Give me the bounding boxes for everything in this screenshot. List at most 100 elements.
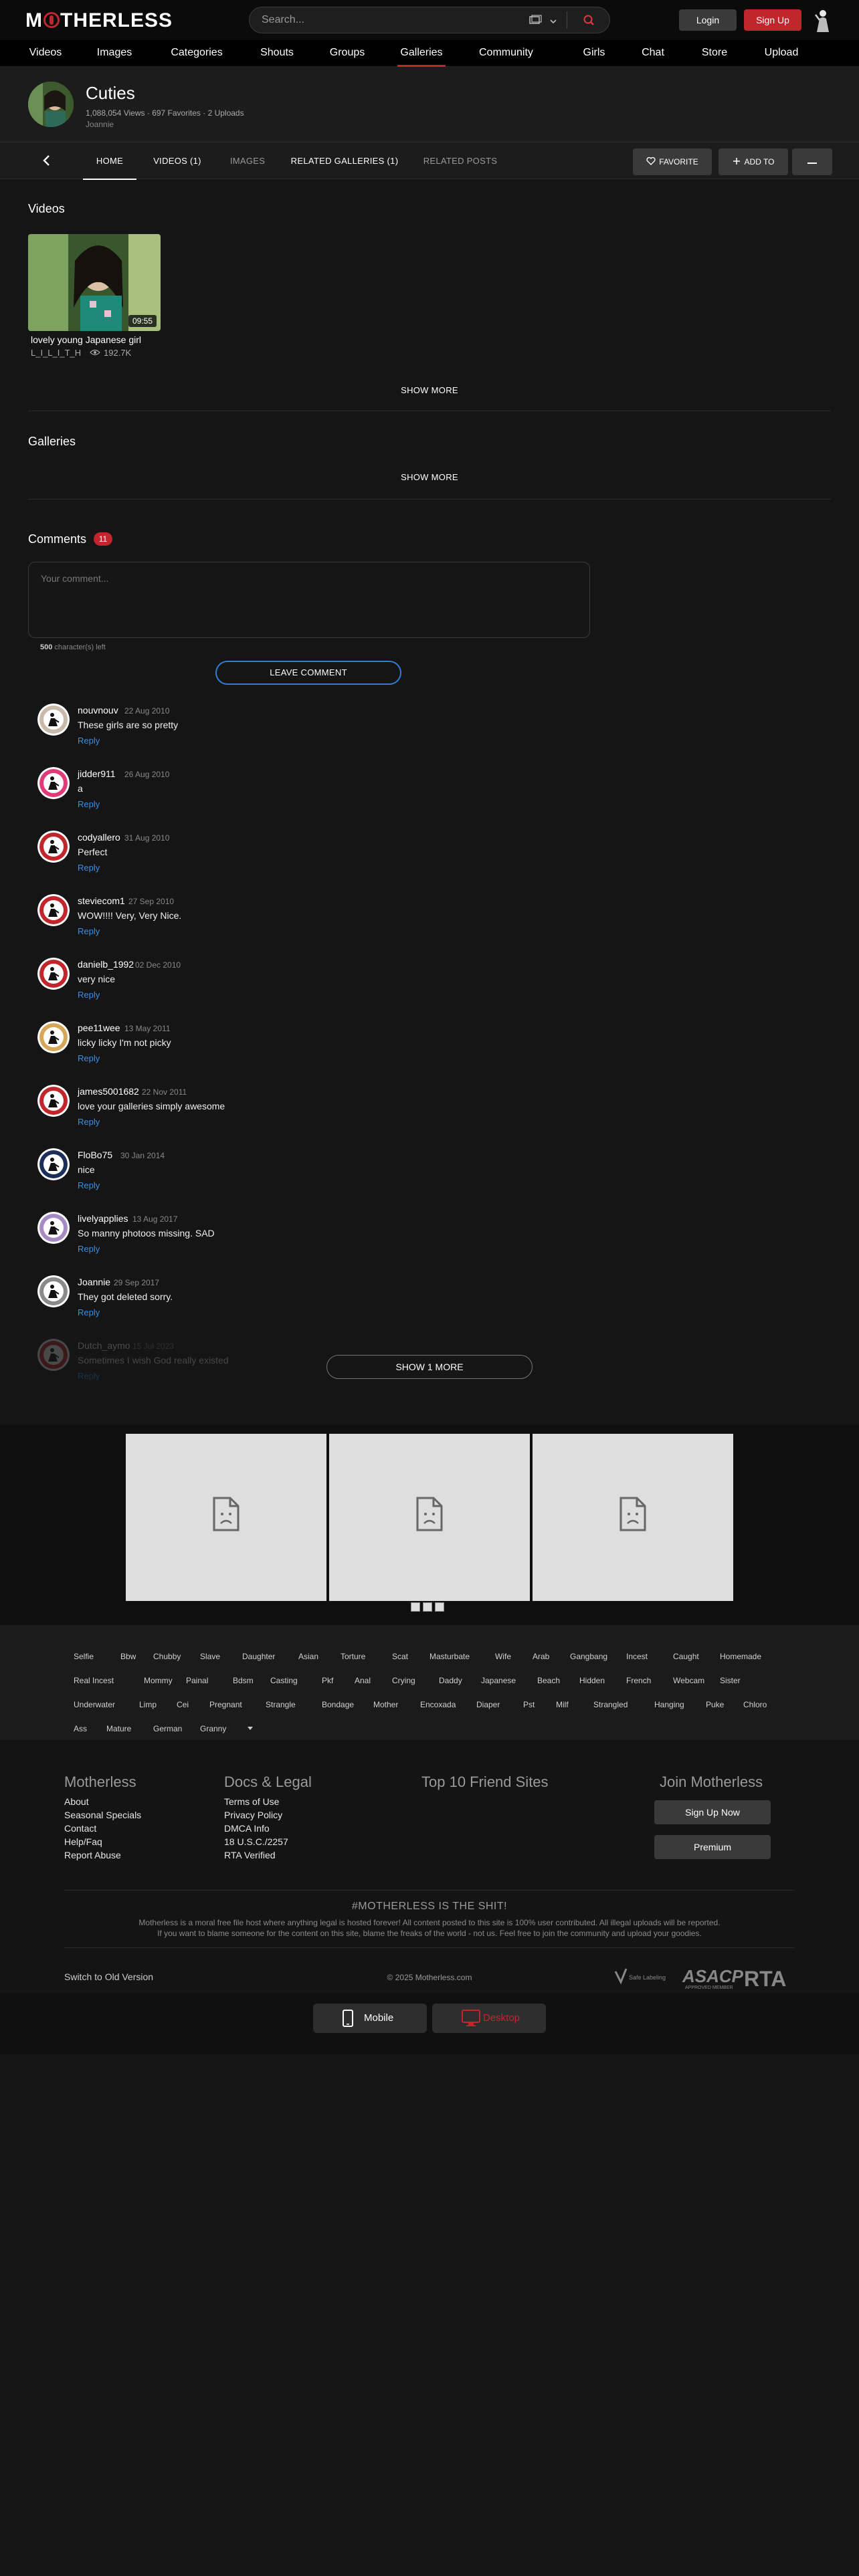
search-button[interactable] <box>575 11 604 29</box>
tag-link[interactable]: German <box>153 1721 182 1736</box>
tag-link[interactable]: Pst <box>523 1697 535 1712</box>
tag-link[interactable]: Anal <box>355 1673 371 1688</box>
tag-link[interactable]: Sister <box>720 1673 741 1688</box>
commenter-username[interactable]: Dutch_aymo <box>78 1340 130 1351</box>
footer-link[interactable]: About <box>64 1796 89 1807</box>
footer-link[interactable]: RTA Verified <box>224 1850 276 1860</box>
tag-link[interactable]: Mother <box>373 1697 398 1712</box>
add-to-button[interactable]: ADD TO <box>719 148 788 175</box>
footer-link[interactable]: Seasonal Specials <box>64 1810 141 1820</box>
footer-link[interactable]: Report Abuse <box>64 1850 121 1860</box>
commenter-avatar[interactable] <box>37 1085 70 1117</box>
videos-show-more[interactable]: SHOW MORE <box>363 385 496 395</box>
tag-link[interactable]: Beach <box>537 1673 560 1688</box>
galleries-show-more[interactable]: SHOW MORE <box>363 472 496 482</box>
ad-dot[interactable] <box>423 1602 432 1612</box>
footer-signup-button[interactable]: Sign Up Now <box>654 1800 771 1824</box>
tag-link[interactable]: Asian <box>298 1649 318 1664</box>
commenter-avatar[interactable] <box>37 958 70 990</box>
nav-categories[interactable]: Categories <box>167 40 226 67</box>
comment-input[interactable] <box>28 562 590 638</box>
commenter-avatar[interactable] <box>37 767 70 799</box>
gallery-owner-link[interactable]: Joannie <box>86 120 114 129</box>
tag-link[interactable]: Milf <box>556 1697 569 1712</box>
tag-link[interactable]: Daughter <box>242 1649 275 1664</box>
footer-link[interactable]: 18 U.S.C./2257 <box>224 1836 288 1847</box>
tag-link[interactable]: Homemade <box>720 1649 761 1664</box>
tag-link[interactable]: Underwater <box>74 1697 115 1712</box>
tag-link[interactable]: Pkf <box>322 1673 333 1688</box>
leave-comment-button[interactable]: LEAVE COMMENT <box>215 661 401 685</box>
nav-community[interactable]: Community <box>479 40 537 80</box>
video-title-link[interactable]: lovely young Japanese girl <box>31 334 141 345</box>
commenter-username[interactable]: danielb_1992 <box>78 959 134 970</box>
commenter-username[interactable]: steviecom1 <box>78 895 125 906</box>
commenter-avatar[interactable] <box>37 894 70 926</box>
nav-girls[interactable]: Girls <box>581 40 607 67</box>
tab-home[interactable]: HOME <box>83 142 136 180</box>
commenter-username[interactable]: james5001682 <box>78 1086 139 1097</box>
footer-link[interactable]: Contact <box>64 1823 96 1834</box>
tag-link[interactable]: Granny <box>200 1721 226 1736</box>
footer-link[interactable]: Help/Faq <box>64 1836 102 1847</box>
signup-button[interactable]: Sign Up <box>744 9 801 31</box>
reply-link[interactable]: Reply <box>78 1371 100 1381</box>
tag-link[interactable]: Puke <box>706 1697 724 1712</box>
tag-link[interactable]: Casting <box>270 1673 298 1688</box>
tag-link[interactable]: Mommy <box>144 1673 173 1688</box>
commenter-avatar[interactable] <box>37 1148 70 1180</box>
commenter-avatar[interactable] <box>37 1339 70 1371</box>
tag-link[interactable]: Diaper <box>476 1697 500 1712</box>
nav-images[interactable]: Images <box>92 40 136 67</box>
nav-galleries[interactable]: Galleries <box>397 40 446 67</box>
reply-link[interactable]: Reply <box>78 1307 100 1317</box>
reply-link[interactable]: Reply <box>78 736 100 746</box>
safe-labeling-logo[interactable]: Safe Labeling <box>614 1968 666 1985</box>
tag-link[interactable]: French <box>626 1673 651 1688</box>
favorite-button[interactable]: FAVORITE <box>633 148 712 175</box>
tag-link[interactable]: Hanging <box>654 1697 684 1712</box>
show-one-more-button[interactable]: SHOW 1 MORE <box>326 1355 533 1379</box>
commenter-username[interactable]: FloBo75 <box>78 1150 112 1160</box>
ad-slot[interactable] <box>126 1434 326 1601</box>
reply-link[interactable]: Reply <box>78 799 100 809</box>
tab-related-galleries[interactable]: RELATED GALLERIES (1) <box>289 142 400 180</box>
gallery-avatar[interactable] <box>28 82 74 127</box>
login-button[interactable]: Login <box>679 9 737 31</box>
tag-link[interactable]: Gangbang <box>570 1649 607 1664</box>
video-thumbnail[interactable]: 09:55 <box>28 234 161 331</box>
desktop-view-button[interactable]: Desktop <box>432 2004 546 2033</box>
reply-link[interactable]: Reply <box>78 863 100 873</box>
tag-link[interactable]: Webcam <box>673 1673 704 1688</box>
tag-link[interactable]: Limp <box>139 1697 157 1712</box>
tag-link[interactable]: Masturbate <box>430 1649 470 1664</box>
tag-link[interactable]: Arab <box>533 1649 549 1664</box>
tag-link[interactable]: Japanese <box>481 1673 516 1688</box>
footer-premium-button[interactable]: Premium <box>654 1835 771 1859</box>
tag-link[interactable]: Torture <box>341 1649 365 1664</box>
nav-shouts[interactable]: Shouts <box>257 40 297 67</box>
nav-chat[interactable]: Chat <box>640 40 666 67</box>
tag-link[interactable]: Daddy <box>439 1673 462 1688</box>
tag-link[interactable]: Bbw <box>120 1649 136 1664</box>
commenter-username[interactable]: nouvnouv <box>78 705 118 716</box>
user-silhouette-icon[interactable] <box>813 8 833 32</box>
reply-link[interactable]: Reply <box>78 990 100 1000</box>
reply-link[interactable]: Reply <box>78 1244 100 1254</box>
reply-link[interactable]: Reply <box>78 926 100 936</box>
asacp-logo[interactable]: ASACP APPROVED MEMBER <box>682 1966 744 1990</box>
site-logo[interactable]: M THERLESS <box>25 9 173 32</box>
ad-dot[interactable] <box>435 1602 444 1612</box>
commenter-avatar[interactable] <box>37 1212 70 1244</box>
commenter-username[interactable]: Joannie <box>78 1277 110 1287</box>
search-filter-dropdown[interactable] <box>529 15 561 27</box>
reply-link[interactable]: Reply <box>78 1180 100 1190</box>
tag-link[interactable]: Strangled <box>593 1697 628 1712</box>
reply-link[interactable]: Reply <box>78 1117 100 1127</box>
tag-link[interactable]: Bondage <box>322 1697 354 1712</box>
tag-link[interactable]: Encoxada <box>420 1697 456 1712</box>
back-button[interactable] <box>39 152 55 169</box>
rta-logo[interactable]: RTA <box>744 1967 786 1991</box>
ad-dot[interactable] <box>411 1602 420 1612</box>
commenter-avatar[interactable] <box>37 831 70 863</box>
